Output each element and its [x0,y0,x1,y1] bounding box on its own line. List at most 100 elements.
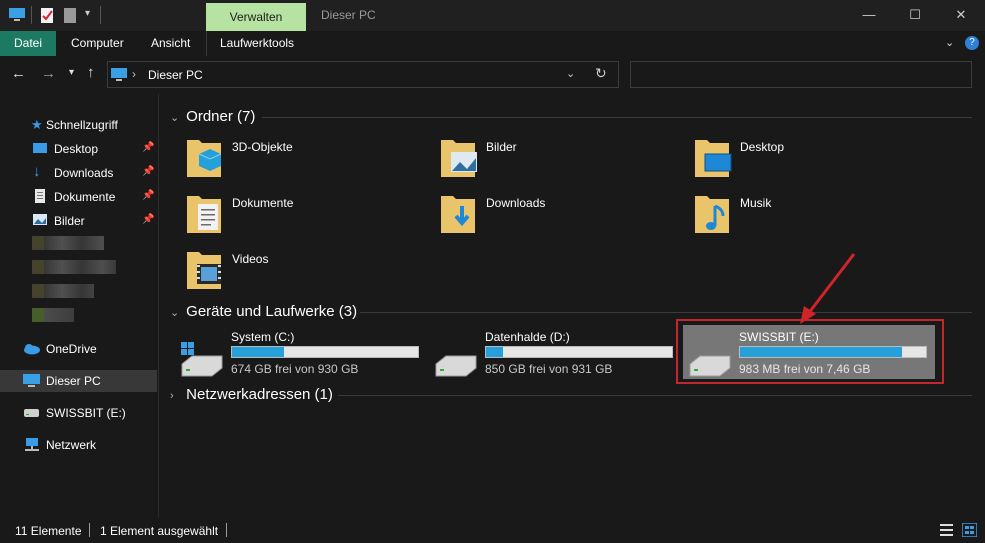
new-folder-icon[interactable] [64,8,76,24]
address-dropdown-icon[interactable]: ⌄ [566,67,575,80]
back-arrow-icon[interactable]: ← [11,65,26,82]
drive-system-c[interactable]: System (C:) 674 GB frei von 930 GB [178,328,433,388]
chevron-right-icon[interactable]: › [170,390,182,402]
drive-usage-bar [231,346,419,358]
group-divider [338,395,972,396]
pictures-folder-icon [441,140,477,177]
downloads-icon: ↓ [33,163,41,180]
drive-datenhalde-d[interactable]: Datenhalde (D:) 850 GB frei von 931 GB [432,328,687,388]
pin-icon[interactable]: 📌 [142,166,154,177]
folder-desktop[interactable]: Desktop [693,136,943,186]
forward-arrow-icon[interactable]: → [41,65,56,82]
help-icon[interactable]: ? [965,36,979,50]
ribbon-separator [206,31,207,56]
sidebar-item-quick-access[interactable]: ★ Schnellzugriff [0,114,157,136]
folder-3d-objekte[interactable]: 3D-Objekte [185,136,435,186]
sidebar-item-network[interactable]: Netzwerk [0,434,157,456]
hard-drive-icon [435,355,477,377]
redacted-item[interactable] [32,236,104,250]
navigation-pane: ★ Schnellzugriff Desktop 📌 ↓ Downloads 📌… [0,94,158,518]
cloud-icon [24,344,40,355]
redacted-item[interactable] [32,308,74,322]
drive-name: System (C:) [231,330,295,344]
drive-usage-bar [739,346,927,358]
close-button[interactable]: ✕ [938,0,984,31]
group-header-folders[interactable]: ⌄ Ordner (7) [170,108,255,125]
redacted-item[interactable] [32,284,94,298]
recent-locations-chevron-icon[interactable]: ▾ [69,67,74,78]
folder-label: Dokumente [232,196,294,210]
tab-computer[interactable]: Computer [71,31,124,56]
breadcrumb[interactable]: Dieser PC [148,68,203,82]
redacted-item[interactable] [32,260,116,274]
refresh-icon[interactable]: ↻ [595,65,607,82]
folder-downloads[interactable]: Downloads [439,192,689,242]
drive-name: Datenhalde (D:) [485,330,570,344]
usb-drive-icon [689,355,731,377]
sidebar-item-label: Netzwerk [46,438,97,452]
desktop-folder-icon [695,140,732,177]
search-input[interactable] [630,61,972,88]
large-icons-view-icon[interactable] [962,523,977,537]
minimize-button[interactable]: — [846,0,892,31]
tab-ansicht[interactable]: Ansicht [151,31,190,56]
status-bar: 11 Elemente 1 Element ausgewählt [0,518,985,543]
sidebar-item-desktop[interactable]: Desktop 📌 [0,138,157,160]
sidebar-item-bilder[interactable]: Bilder 📌 [0,210,157,232]
navigation-bar: ← → ▾ ↑ › Dieser PC ⌄ ↻ [0,56,985,94]
status-separator [89,523,90,537]
pane-divider[interactable] [158,94,159,518]
maximize-button[interactable]: ☐ [892,0,938,31]
qat-dropdown-icon[interactable]: ▾ [85,8,90,19]
drive-swissbit-e[interactable]: SWISSBIT (E:) 983 MB frei von 7,46 GB [686,328,941,388]
network-icon [25,438,39,451]
sidebar-item-dokumente[interactable]: Dokumente 📌 [0,186,157,208]
item-count: 11 Elemente [15,524,82,538]
sidebar-item-swissbit[interactable]: SWISSBIT (E:) [0,402,157,424]
breadcrumb-chevron-icon[interactable]: › [132,67,136,81]
folder-bilder[interactable]: Bilder [439,136,689,186]
tab-datei[interactable]: Datei [0,31,56,56]
this-pc-icon [9,8,25,21]
drive-name: SWISSBIT (E:) [739,330,819,344]
tab-laufwerktools[interactable]: Laufwerktools [220,31,294,56]
window-title: Dieser PC [321,8,376,22]
group-header-network[interactable]: › Netzwerkadressen (1) [170,386,333,403]
this-pc-icon [23,374,40,387]
sidebar-item-onedrive[interactable]: OneDrive [0,338,157,360]
folder-videos[interactable]: Videos [185,248,435,298]
music-folder-icon [695,196,729,233]
pin-icon[interactable]: 📌 [142,142,154,153]
chevron-down-icon[interactable]: ⌄ [170,306,182,319]
drive-free-space: 850 GB frei von 931 GB [485,362,613,376]
folder-musik[interactable]: Musik [693,192,943,242]
pin-icon[interactable]: 📌 [142,190,154,201]
up-arrow-icon[interactable]: ↑ [87,64,95,81]
sidebar-item-downloads[interactable]: ↓ Downloads 📌 [0,162,157,184]
sidebar-item-this-pc[interactable]: Dieser PC [0,370,157,392]
title-bar: ▾ Verwalten Dieser PC — ☐ ✕ [0,0,985,31]
pictures-icon [33,214,47,225]
ribbon-expand-chevron-icon[interactable]: ⌄ [945,36,954,49]
address-bar[interactable]: › Dieser PC ⌄ ↻ [107,61,619,88]
drive-free-space: 674 GB frei von 930 GB [231,362,359,376]
sidebar-item-label: Desktop [54,142,99,156]
group-header-drives[interactable]: ⌄ Geräte und Laufwerke (3) [170,303,357,320]
sidebar-item-label: OneDrive [46,342,97,356]
properties-icon[interactable] [41,8,55,24]
pin-icon[interactable]: 📌 [142,214,154,225]
group-title: Geräte und Laufwerke (3) [186,303,358,320]
tab-verwalten[interactable]: Verwalten [206,3,306,31]
downloads-folder-icon [441,196,475,233]
details-view-icon[interactable] [940,524,953,536]
folder-dokumente[interactable]: Dokumente [185,192,435,242]
star-icon: ★ [31,117,43,132]
group-divider [360,312,972,313]
selection-count: 1 Element ausgewählt [100,524,219,538]
folder-label: 3D-Objekte [232,140,293,154]
chevron-down-icon[interactable]: ⌄ [170,111,182,124]
documents-icon [35,189,45,203]
system-drive-icon [181,342,223,377]
sidebar-item-label: SWISSBIT (E:) [46,406,126,420]
3d-objects-folder-icon [187,140,222,177]
